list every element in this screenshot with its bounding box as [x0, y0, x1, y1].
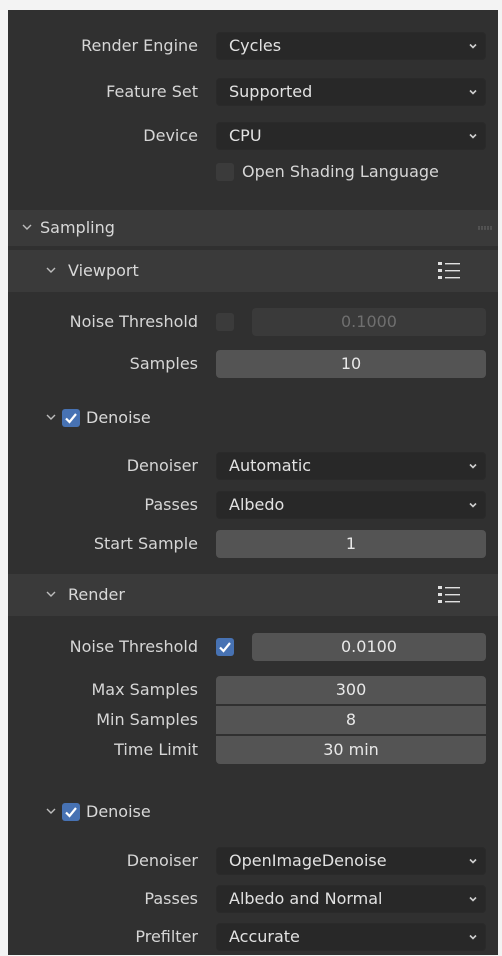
render-denoiser-row: Denoiser OpenImageDenoise [8, 845, 498, 877]
viewport-denoiser-dropdown[interactable]: Automatic [216, 452, 486, 480]
feature-set-label: Feature Set [106, 82, 198, 101]
prefilter-label: Prefilter [135, 927, 198, 946]
viewport-samples-label: Samples [129, 354, 198, 373]
viewport-denoise-checkbox[interactable] [62, 409, 80, 427]
min-samples-field[interactable]: 8 [216, 706, 486, 734]
render-header[interactable]: Render [8, 577, 498, 613]
min-samples-row: Min Samples 8 [8, 704, 498, 736]
viewport-start-sample-label: Start Sample [93, 534, 198, 553]
render-engine-row: Render Engine Cycles [8, 30, 498, 62]
render-passes-value: Albedo and Normal [229, 889, 383, 908]
osl-row[interactable]: Open Shading Language [8, 156, 498, 188]
chevron-down-icon [469, 89, 477, 95]
chevron-down-icon [469, 133, 477, 139]
render-properties-panel: Render Engine Cycles Feature Set Support… [8, 10, 498, 955]
feature-set-dropdown[interactable]: Supported [216, 78, 486, 106]
viewport-denoise-header[interactable]: Denoise [8, 400, 498, 436]
viewport-noise-threshold-label: Noise Threshold [69, 312, 198, 331]
sampling-title: Sampling [40, 218, 115, 237]
render-noise-threshold-row: Noise Threshold 0.0100 [8, 631, 498, 663]
presets-list-icon[interactable] [438, 585, 460, 605]
device-value: CPU [229, 126, 262, 145]
drag-handle-icon[interactable] [478, 226, 492, 230]
chevron-down-icon [46, 591, 56, 597]
viewport-title: Viewport [68, 261, 139, 280]
viewport-samples-row: Samples 10 [8, 348, 498, 380]
render-denoise-label: Denoise [86, 802, 151, 821]
chevron-down-icon [469, 463, 477, 469]
time-limit-row: Time Limit 30 min [8, 734, 498, 766]
chevron-down-icon [469, 502, 477, 508]
render-denoiser-value: OpenImageDenoise [229, 851, 387, 870]
checkmark-icon [65, 807, 77, 818]
checkmark-icon [219, 642, 231, 653]
viewport-noise-threshold-checkbox[interactable] [216, 313, 234, 331]
viewport-denoiser-value: Automatic [229, 456, 312, 475]
device-row: Device CPU [8, 120, 498, 152]
chevron-down-icon [22, 224, 32, 230]
render-denoise-checkbox[interactable] [62, 803, 80, 821]
feature-set-value: Supported [229, 82, 313, 101]
render-passes-label: Passes [144, 889, 198, 908]
sampling-header[interactable]: Sampling [8, 210, 498, 246]
render-engine-label: Render Engine [81, 36, 198, 55]
viewport-passes-dropdown[interactable]: Albedo [216, 491, 486, 519]
render-noise-threshold-label: Noise Threshold [69, 637, 198, 656]
osl-checkbox[interactable] [216, 163, 234, 181]
max-samples-label: Max Samples [91, 680, 199, 699]
render-denoise-header[interactable]: Denoise [8, 794, 498, 830]
prefilter-dropdown[interactable]: Accurate [216, 923, 486, 951]
viewport-denoise-label: Denoise [86, 408, 151, 427]
viewport-passes-value: Albedo [229, 495, 285, 514]
render-passes-row: Passes Albedo and Normal [8, 883, 498, 915]
viewport-passes-label: Passes [144, 495, 198, 514]
min-samples-label: Min Samples [96, 710, 198, 729]
chevron-down-icon [46, 267, 56, 273]
render-denoiser-label: Denoiser [126, 851, 198, 870]
viewport-samples-field[interactable]: 10 [216, 350, 486, 378]
chevron-down-icon [469, 43, 477, 49]
render-engine-value: Cycles [229, 36, 282, 55]
viewport-passes-row: Passes Albedo [8, 489, 498, 521]
chevron-down-icon [469, 896, 477, 902]
time-limit-label: Time Limit [114, 740, 198, 759]
osl-label: Open Shading Language [242, 162, 439, 181]
max-samples-row: Max Samples 300 [8, 674, 498, 706]
viewport-noise-threshold-row: Noise Threshold 0.1000 [8, 306, 498, 338]
render-noise-threshold-checkbox[interactable] [216, 638, 234, 656]
chevron-down-icon [46, 414, 56, 420]
render-denoiser-dropdown[interactable]: OpenImageDenoise [216, 847, 486, 875]
render-passes-dropdown[interactable]: Albedo and Normal [216, 885, 486, 913]
checkmark-icon [65, 413, 77, 424]
device-dropdown[interactable]: CPU [216, 122, 486, 150]
max-samples-field[interactable]: 300 [216, 676, 486, 704]
viewport-noise-threshold-field[interactable]: 0.1000 [252, 308, 486, 336]
viewport-denoiser-row: Denoiser Automatic [8, 450, 498, 482]
prefilter-row: Prefilter Accurate [8, 921, 498, 953]
chevron-down-icon [469, 934, 477, 940]
render-title: Render [68, 585, 125, 604]
chevron-down-icon [469, 858, 477, 864]
presets-list-icon[interactable] [438, 261, 460, 281]
time-limit-field[interactable]: 30 min [216, 736, 486, 764]
feature-set-row: Feature Set Supported [8, 76, 498, 108]
chevron-down-icon [46, 808, 56, 814]
viewport-header[interactable]: Viewport [8, 253, 498, 289]
viewport-start-sample-field[interactable]: 1 [216, 530, 486, 558]
device-label: Device [143, 126, 198, 145]
viewport-start-sample-row: Start Sample 1 [8, 528, 498, 560]
render-engine-dropdown[interactable]: Cycles [216, 32, 486, 60]
render-noise-threshold-field[interactable]: 0.0100 [252, 633, 486, 661]
prefilter-value: Accurate [229, 927, 300, 946]
viewport-denoiser-label: Denoiser [126, 456, 198, 475]
